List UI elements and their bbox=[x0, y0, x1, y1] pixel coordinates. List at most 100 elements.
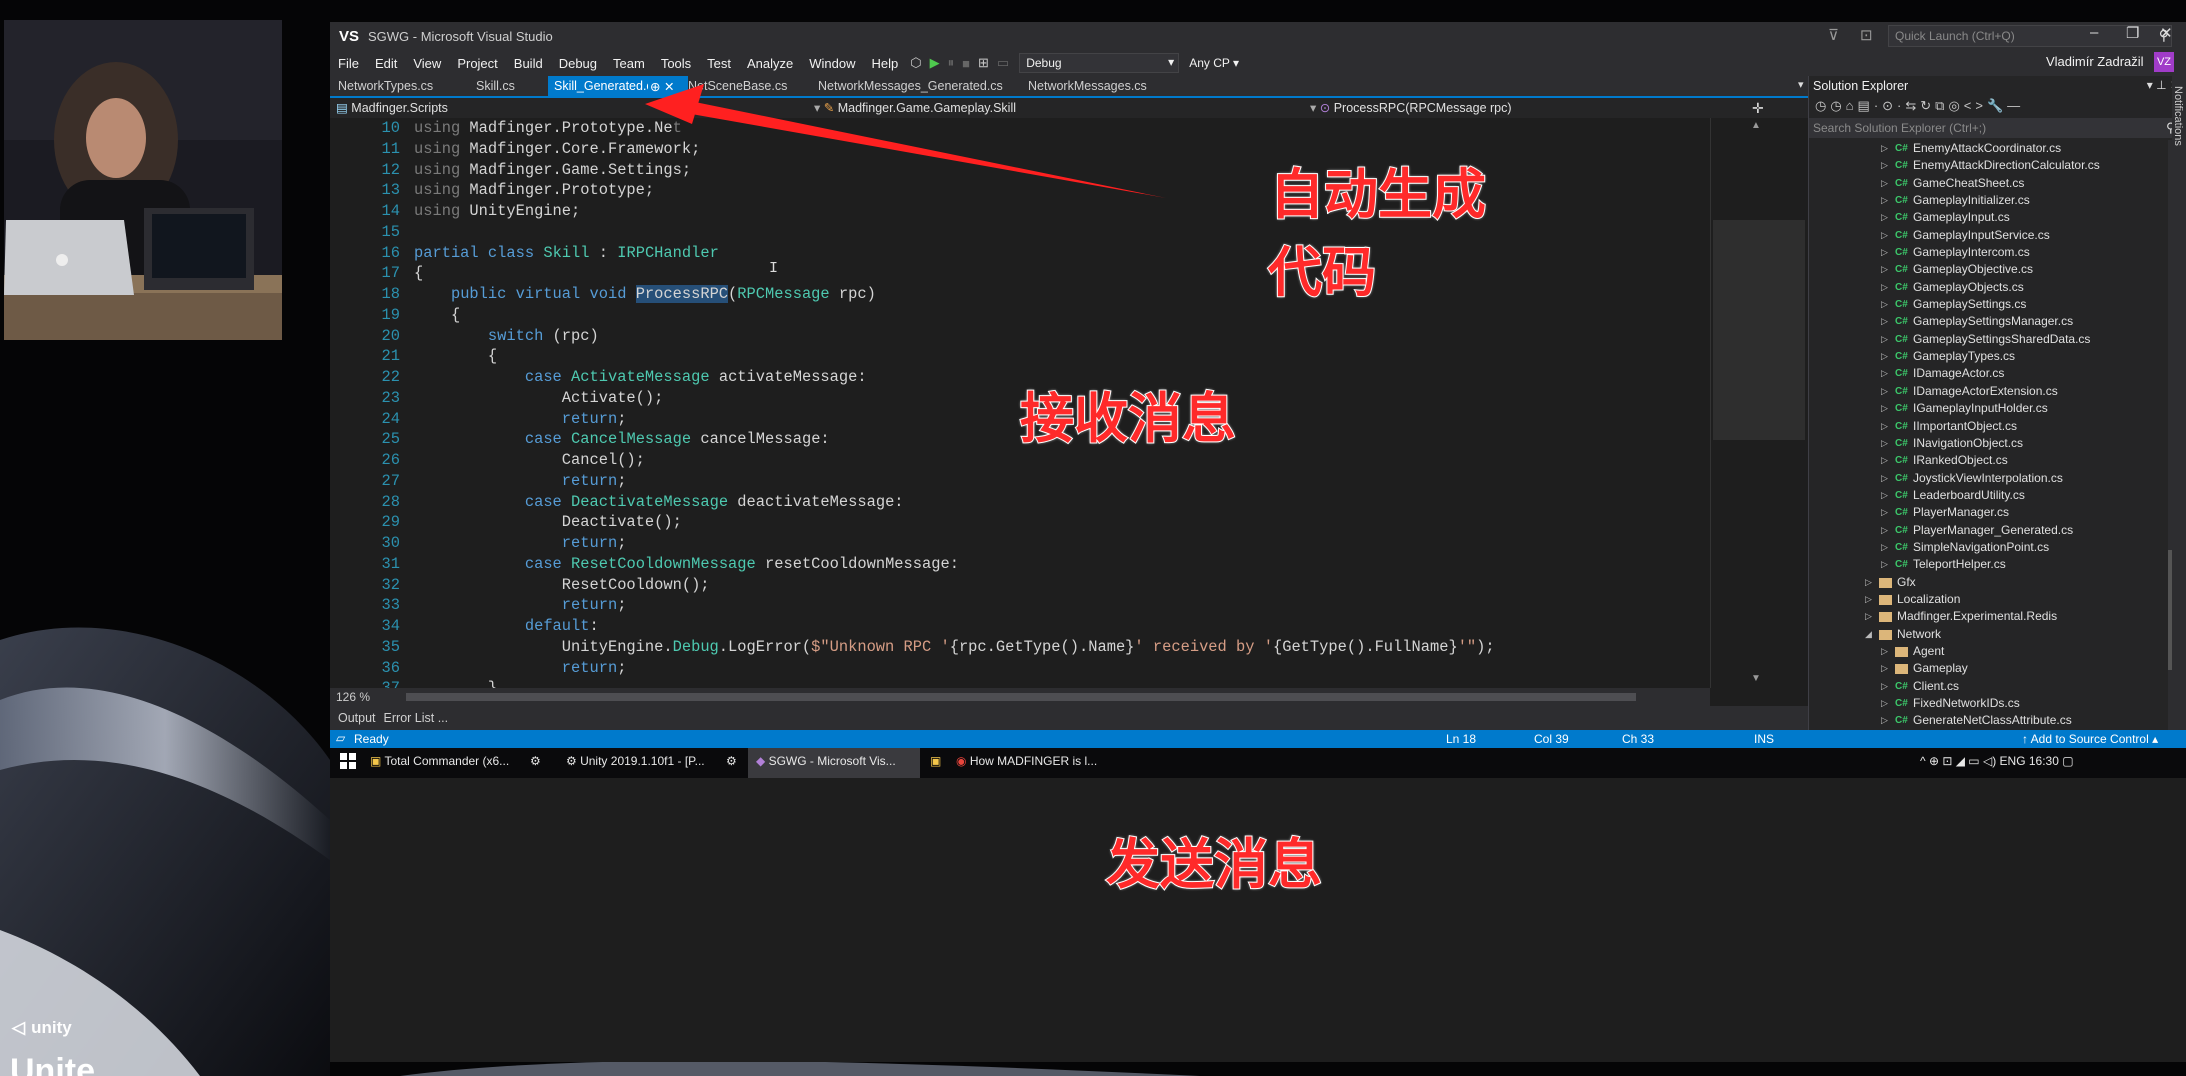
menu-edit[interactable]: Edit bbox=[367, 56, 405, 71]
solution-file-item[interactable]: ▷ C# IDamageActor.cs bbox=[1809, 365, 2186, 382]
menu-test[interactable]: Test bbox=[699, 56, 739, 71]
solution-file-item[interactable]: ▷ C# GameplayObjective.cs bbox=[1809, 261, 2186, 278]
collapsed-arrow-icon[interactable]: ▷ bbox=[1881, 209, 1888, 226]
taskbar-total-commander[interactable]: ▣ Total Commander (x6... bbox=[370, 754, 509, 768]
collapsed-arrow-icon[interactable]: ▷ bbox=[1881, 400, 1888, 417]
taskbar-unity-2[interactable]: ⚙ bbox=[726, 754, 737, 768]
solution-search-input[interactable]: Search Solution Explorer (Ctrl+;)⚲▾ bbox=[1809, 118, 2186, 138]
collapsed-arrow-icon[interactable]: ▷ bbox=[1881, 279, 1888, 296]
solution-file-item[interactable]: ▷ C# JoystickViewInterpolation.cs bbox=[1809, 470, 2186, 487]
menu-build[interactable]: Build bbox=[506, 56, 551, 71]
collapsed-arrow-icon[interactable]: ▷ bbox=[1881, 660, 1888, 677]
solution-folder-item[interactable]: ▷ Agent bbox=[1809, 643, 2186, 660]
solution-file-item[interactable]: ▷ C# IRankedObject.cs bbox=[1809, 452, 2186, 469]
platform-select[interactable]: Any CP ▾ bbox=[1189, 56, 1239, 70]
solution-file-item[interactable]: ▷ C# GameplayInitializer.cs bbox=[1809, 192, 2186, 209]
collapsed-arrow-icon[interactable]: ▷ bbox=[1881, 348, 1888, 365]
solution-file-item[interactable]: ▷ C# LeaderboardUtility.cs bbox=[1809, 487, 2186, 504]
taskbar-chrome[interactable]: ◉ How MADFINGER is l... bbox=[956, 754, 1097, 768]
zoom-level[interactable]: 126 % bbox=[336, 690, 370, 704]
menu-tools[interactable]: Tools bbox=[653, 56, 699, 71]
collapsed-arrow-icon[interactable]: ▷ bbox=[1881, 296, 1888, 313]
collapsed-arrow-icon[interactable]: ▷ bbox=[1881, 418, 1888, 435]
avatar[interactable]: VZ bbox=[2154, 52, 2174, 72]
start-debug-icon[interactable]: ▶ bbox=[930, 55, 940, 71]
scroll-thumb[interactable] bbox=[406, 693, 1636, 701]
step-icon[interactable]: ▭ bbox=[997, 55, 1009, 71]
scroll-up-icon[interactable]: ▲ bbox=[1751, 120, 1761, 131]
solution-file-item[interactable]: ▷ C# EnemyAttackCoordinator.cs bbox=[1809, 140, 2186, 157]
attach-icon[interactable]: ⊞ bbox=[978, 55, 989, 71]
windows-start-icon[interactable] bbox=[340, 753, 356, 769]
solution-folder-item[interactable]: ◢ Network bbox=[1809, 626, 2186, 643]
pause-icon[interactable]: ⏸ bbox=[948, 55, 955, 71]
solution-file-item[interactable]: ▷ C# PlayerManager_Generated.cs bbox=[1809, 522, 2186, 539]
filter-icon[interactable]: ⊽ bbox=[1828, 26, 1839, 44]
solution-file-item[interactable]: ▷ C# GameplayTypes.cs bbox=[1809, 348, 2186, 365]
scroll-down-icon[interactable]: ▼ bbox=[1751, 673, 1761, 684]
minimize-button[interactable]: – bbox=[2090, 24, 2098, 41]
tab-netscenebase[interactable]: NetSceneBase.cs bbox=[682, 76, 793, 96]
collapsed-arrow-icon[interactable]: ▷ bbox=[1881, 556, 1888, 573]
tab-skill[interactable]: Skill.cs bbox=[470, 76, 521, 96]
solution-folder-item[interactable]: ▷ Madfinger.Experimental.Redis bbox=[1809, 608, 2186, 625]
menu-view[interactable]: View bbox=[405, 56, 449, 71]
solution-file-item[interactable]: ▷ C# GameplayInputService.cs bbox=[1809, 227, 2186, 244]
collapsed-arrow-icon[interactable]: ▷ bbox=[1881, 539, 1888, 556]
solution-file-item[interactable]: ▷ C# Client.cs bbox=[1809, 678, 2186, 695]
collapsed-arrow-icon[interactable]: ▷ bbox=[1865, 591, 1872, 608]
collapsed-arrow-icon[interactable]: ▷ bbox=[1865, 574, 1872, 591]
collapsed-arrow-icon[interactable]: ▷ bbox=[1881, 678, 1888, 695]
solution-file-item[interactable]: ▷ C# GameplaySettingsSharedData.cs bbox=[1809, 331, 2186, 348]
solution-file-item[interactable]: ▷ C# GameplaySettingsManager.cs bbox=[1809, 313, 2186, 330]
stop-icon[interactable]: ■ bbox=[962, 56, 970, 71]
collapsed-arrow-icon[interactable]: ▷ bbox=[1881, 261, 1888, 278]
tab-networkmessages-generated[interactable]: NetworkMessages_Generated.cs bbox=[812, 76, 1009, 96]
solution-file-item[interactable]: ▷ C# INavigationObject.cs bbox=[1809, 435, 2186, 452]
collapsed-arrow-icon[interactable]: ▷ bbox=[1881, 140, 1888, 157]
tab-networktypes[interactable]: NetworkTypes.cs bbox=[332, 76, 439, 96]
taskbar-file-explorer[interactable]: ▣ bbox=[930, 754, 941, 768]
collapsed-arrow-icon[interactable]: ▷ bbox=[1881, 383, 1888, 400]
close-button[interactable]: ✕ bbox=[2160, 24, 2173, 42]
solution-toolbar[interactable]: ◷◷⌂▤·⊙·⇆↻⧉◎<>🔧— bbox=[1809, 96, 2186, 118]
solution-file-item[interactable]: ▷ C# GameplaySettings.cs bbox=[1809, 296, 2186, 313]
collapsed-arrow-icon[interactable]: ▷ bbox=[1881, 695, 1888, 712]
extension-icon[interactable]: ⬡ bbox=[910, 55, 921, 71]
solution-file-item[interactable]: ▷ C# GameplayObjects.cs bbox=[1809, 279, 2186, 296]
code-minimap[interactable]: ▲ ▼ bbox=[1710, 118, 1806, 688]
tab-skill-generated[interactable]: Skill_Generated.cs bbox=[548, 76, 659, 96]
collapsed-arrow-icon[interactable]: ▷ bbox=[1881, 313, 1888, 330]
menu-analyze[interactable]: Analyze bbox=[739, 56, 801, 71]
split-window-icon[interactable]: ✛ bbox=[1752, 100, 1764, 117]
solution-file-item[interactable]: ▷ C# SimpleNavigationPoint.cs bbox=[1809, 539, 2186, 556]
menu-file[interactable]: File bbox=[330, 56, 367, 71]
solution-folder-item[interactable]: ▷ Gameplay bbox=[1809, 660, 2186, 677]
collapsed-arrow-icon[interactable]: ▷ bbox=[1881, 712, 1888, 729]
maximize-button[interactable]: ❐ bbox=[2126, 24, 2139, 42]
add-source-control-button[interactable]: ↑ Add to Source Control ▴ bbox=[2022, 732, 2158, 746]
menu-window[interactable]: Window bbox=[801, 56, 863, 71]
collapsed-arrow-icon[interactable]: ▷ bbox=[1881, 175, 1888, 192]
collapsed-arrow-icon[interactable]: ▷ bbox=[1881, 643, 1888, 660]
tab-networkmessages[interactable]: NetworkMessages.cs bbox=[1022, 76, 1153, 96]
solution-file-item[interactable]: ▷ C# GameplayInput.cs bbox=[1809, 209, 2186, 226]
solution-folder-item[interactable]: ▷ Gfx bbox=[1809, 574, 2186, 591]
collapsed-arrow-icon[interactable]: ▷ bbox=[1881, 435, 1888, 452]
menu-help[interactable]: Help bbox=[864, 56, 907, 71]
collapsed-arrow-icon[interactable]: ▷ bbox=[1881, 522, 1888, 539]
collapsed-arrow-icon[interactable]: ▷ bbox=[1881, 227, 1888, 244]
collapsed-arrow-icon[interactable]: ▷ bbox=[1881, 365, 1888, 382]
solution-file-item[interactable]: ▷ C# IDamageActorExtension.cs bbox=[1809, 383, 2186, 400]
solution-file-item[interactable]: ▷ C# GameCheatSheet.cs bbox=[1809, 175, 2186, 192]
notifications-sidebar[interactable]: Notifications bbox=[2172, 76, 2186, 730]
collapsed-arrow-icon[interactable]: ▷ bbox=[1881, 470, 1888, 487]
solution-file-item[interactable]: ▷ C# IImportantObject.cs bbox=[1809, 418, 2186, 435]
collapsed-arrow-icon[interactable]: ▷ bbox=[1881, 487, 1888, 504]
collapsed-arrow-icon[interactable]: ▷ bbox=[1881, 157, 1888, 174]
collapsed-arrow-icon[interactable]: ▷ bbox=[1881, 452, 1888, 469]
taskbar-unity[interactable]: ⚙ Unity 2019.1.10f1 - [P... bbox=[566, 754, 705, 768]
taskbar-unity-hub[interactable]: ⚙ bbox=[530, 754, 541, 768]
nav-member-dropdown[interactable]: ▾ ⊙ ProcessRPC(RPCMessage rpc) bbox=[1310, 100, 1512, 115]
minimap-viewport[interactable] bbox=[1713, 220, 1805, 440]
